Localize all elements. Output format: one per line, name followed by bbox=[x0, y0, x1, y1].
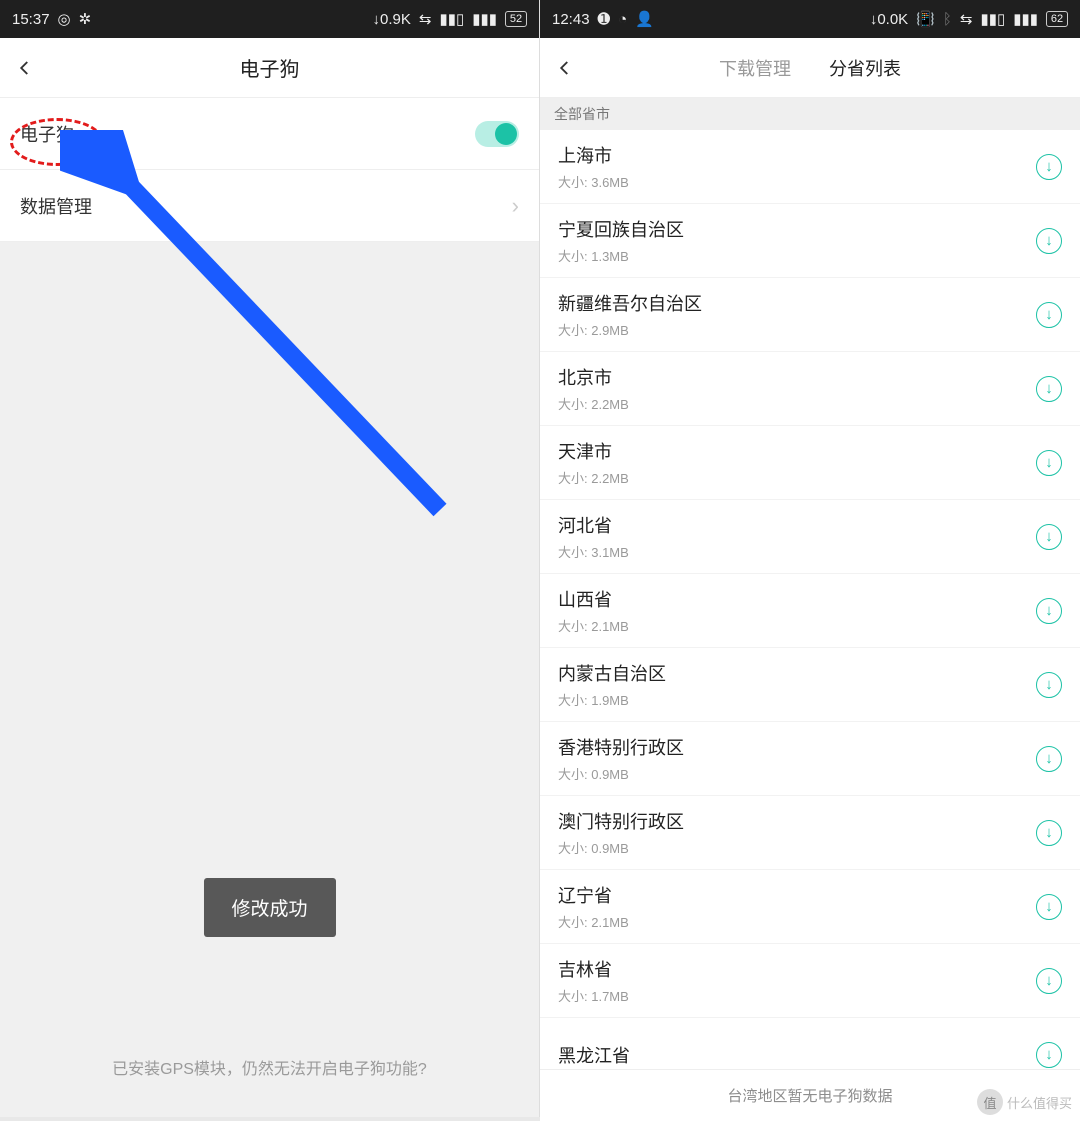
province-size: 大小: 2.1MB bbox=[558, 912, 629, 931]
setting-label: 电子狗 bbox=[20, 121, 74, 147]
vibrate-icon: 📳 bbox=[916, 10, 935, 28]
setting-row-edog[interactable]: 电子狗 bbox=[0, 98, 539, 170]
province-size: 大小: 2.2MB bbox=[558, 394, 629, 413]
province-name: 辽宁省 bbox=[558, 882, 629, 908]
province-row[interactable]: 澳门特别行政区大小: 0.9MB ↓ bbox=[540, 796, 1080, 870]
province-row[interactable]: 北京市大小: 2.2MB ↓ bbox=[540, 352, 1080, 426]
province-size: 大小: 1.3MB bbox=[558, 246, 684, 265]
battery-icon: 52 bbox=[505, 11, 527, 27]
download-icon[interactable]: ↓ bbox=[1036, 894, 1062, 920]
download-icon[interactable]: ↓ bbox=[1036, 598, 1062, 624]
download-icon[interactable]: ↓ bbox=[1036, 968, 1062, 994]
province-name: 天津市 bbox=[558, 438, 629, 464]
province-row[interactable]: 新疆维吾尔自治区大小: 2.9MB ↓ bbox=[540, 278, 1080, 352]
toast: 修改成功 bbox=[203, 878, 335, 937]
download-icon[interactable]: ↓ bbox=[1036, 154, 1062, 180]
watermark-badge: 值 bbox=[977, 1089, 1003, 1115]
download-icon[interactable]: ↓ bbox=[1036, 302, 1062, 328]
signal-icon: ▮▮▮ bbox=[472, 10, 497, 28]
province-size: 大小: 2.1MB bbox=[558, 616, 629, 635]
province-size: 大小: 2.2MB bbox=[558, 468, 629, 487]
download-icon[interactable]: ↓ bbox=[1036, 820, 1062, 846]
province-name: 澳门特别行政区 bbox=[558, 808, 684, 834]
province-row[interactable]: 山西省大小: 2.1MB ↓ bbox=[540, 574, 1080, 648]
province-size: 大小: 0.9MB bbox=[558, 838, 684, 857]
download-icon[interactable]: ↓ bbox=[1036, 1042, 1062, 1068]
back-button[interactable] bbox=[540, 38, 590, 98]
back-button[interactable] bbox=[0, 38, 50, 98]
province-size: 大小: 2.9MB bbox=[558, 320, 702, 339]
province-row[interactable]: 黑龙江省 ↓ bbox=[540, 1018, 1080, 1069]
province-row[interactable]: 上海市大小: 3.6MB ↓ bbox=[540, 130, 1080, 204]
province-row[interactable]: 宁夏回族自治区大小: 1.3MB ↓ bbox=[540, 204, 1080, 278]
watermark: 值 什么值得买 bbox=[977, 1089, 1072, 1115]
download-icon[interactable]: ↓ bbox=[1036, 524, 1062, 550]
wifi-icon: ⇆ bbox=[419, 10, 432, 28]
province-size: 大小: 3.6MB bbox=[558, 172, 629, 191]
province-name: 香港特别行政区 bbox=[558, 734, 684, 760]
province-name: 河北省 bbox=[558, 512, 629, 538]
download-icon[interactable]: ↓ bbox=[1036, 450, 1062, 476]
footer-help-link[interactable]: 已安装GPS模块，仍然无法开启电子狗功能? bbox=[0, 1055, 539, 1079]
signal-icon: ▮▮▯ bbox=[439, 10, 464, 28]
province-list[interactable]: 上海市大小: 3.6MB↓宁夏回族自治区大小: 1.3MB↓新疆维吾尔自治区大小… bbox=[540, 130, 1080, 1069]
phone-left: 15:37 ◎ ✲ ↓0.9K ⇆ ▮▮▯ ▮▮▮ 52 电子狗 电子狗 数据管… bbox=[0, 0, 540, 1117]
download-icon[interactable]: ↓ bbox=[1036, 376, 1062, 402]
bluetooth-icon: ᛒ bbox=[943, 11, 952, 28]
status-bar: 15:37 ◎ ✲ ↓0.9K ⇆ ▮▮▯ ▮▮▮ 52 bbox=[0, 0, 539, 38]
status-icon: ◔ bbox=[618, 11, 627, 28]
phone-right: 12:43 ➊ ◔ 👤 ↓0.0K 📳 ᛒ ⇆ ▮▮▯ ▮▮▮ 62 下载管理 … bbox=[540, 0, 1080, 1117]
status-icon: ◎ bbox=[58, 10, 71, 28]
province-size: 大小: 1.7MB bbox=[558, 986, 629, 1005]
province-row[interactable]: 吉林省大小: 1.7MB ↓ bbox=[540, 944, 1080, 1018]
province-name: 宁夏回族自治区 bbox=[558, 216, 684, 242]
province-name: 吉林省 bbox=[558, 956, 629, 982]
province-row[interactable]: 内蒙古自治区大小: 1.9MB ↓ bbox=[540, 648, 1080, 722]
section-header: 全部省市 bbox=[540, 98, 1080, 130]
status-icon: 👤 bbox=[635, 10, 654, 28]
download-icon[interactable]: ↓ bbox=[1036, 672, 1062, 698]
province-name: 北京市 bbox=[558, 364, 629, 390]
status-icon: ✲ bbox=[79, 10, 92, 28]
setting-label: 数据管理 bbox=[20, 193, 92, 219]
province-size: 大小: 1.9MB bbox=[558, 690, 666, 709]
signal-icon: ▮▮▯ bbox=[980, 10, 1005, 28]
setting-row-data[interactable]: 数据管理 › bbox=[0, 170, 539, 242]
province-row[interactable]: 香港特别行政区大小: 0.9MB ↓ bbox=[540, 722, 1080, 796]
province-name: 上海市 bbox=[558, 142, 629, 168]
province-row[interactable]: 天津市大小: 2.2MB ↓ bbox=[540, 426, 1080, 500]
chevron-right-icon: › bbox=[512, 193, 519, 219]
province-row[interactable]: 河北省大小: 3.1MB ↓ bbox=[540, 500, 1080, 574]
watermark-text: 什么值得买 bbox=[1007, 1093, 1072, 1112]
navbar: 电子狗 bbox=[0, 38, 539, 98]
battery-icon: 62 bbox=[1046, 11, 1068, 27]
download-icon[interactable]: ↓ bbox=[1036, 746, 1062, 772]
status-net: ↓0.0K bbox=[870, 11, 908, 28]
province-size: 大小: 0.9MB bbox=[558, 764, 684, 783]
province-name: 新疆维吾尔自治区 bbox=[558, 290, 702, 316]
status-bar: 12:43 ➊ ◔ 👤 ↓0.0K 📳 ᛒ ⇆ ▮▮▯ ▮▮▮ 62 bbox=[540, 0, 1080, 38]
province-name: 内蒙古自治区 bbox=[558, 660, 666, 686]
bottom-note: 台湾地区暂无电子狗数据 值 什么值得买 bbox=[540, 1069, 1080, 1121]
bottom-note-text: 台湾地区暂无电子狗数据 bbox=[727, 1085, 892, 1106]
status-time: 15:37 bbox=[12, 11, 50, 28]
province-row[interactable]: 辽宁省大小: 2.1MB ↓ bbox=[540, 870, 1080, 944]
status-time: 12:43 bbox=[552, 11, 590, 28]
tab-provinces[interactable]: 分省列表 bbox=[829, 55, 901, 81]
province-size: 大小: 3.1MB bbox=[558, 542, 629, 561]
signal-icon: ▮▮▮ bbox=[1013, 10, 1038, 28]
status-icon: ➊ bbox=[598, 10, 611, 28]
page-title: 电子狗 bbox=[0, 53, 539, 82]
wifi-icon: ⇆ bbox=[960, 10, 973, 28]
province-name: 黑龙江省 bbox=[558, 1042, 630, 1068]
toggle-switch[interactable] bbox=[475, 121, 519, 147]
navbar: 下载管理 分省列表 bbox=[540, 38, 1080, 98]
tab-downloads[interactable]: 下载管理 bbox=[719, 55, 791, 81]
status-net: ↓0.9K bbox=[373, 11, 411, 28]
province-name: 山西省 bbox=[558, 586, 629, 612]
download-icon[interactable]: ↓ bbox=[1036, 228, 1062, 254]
